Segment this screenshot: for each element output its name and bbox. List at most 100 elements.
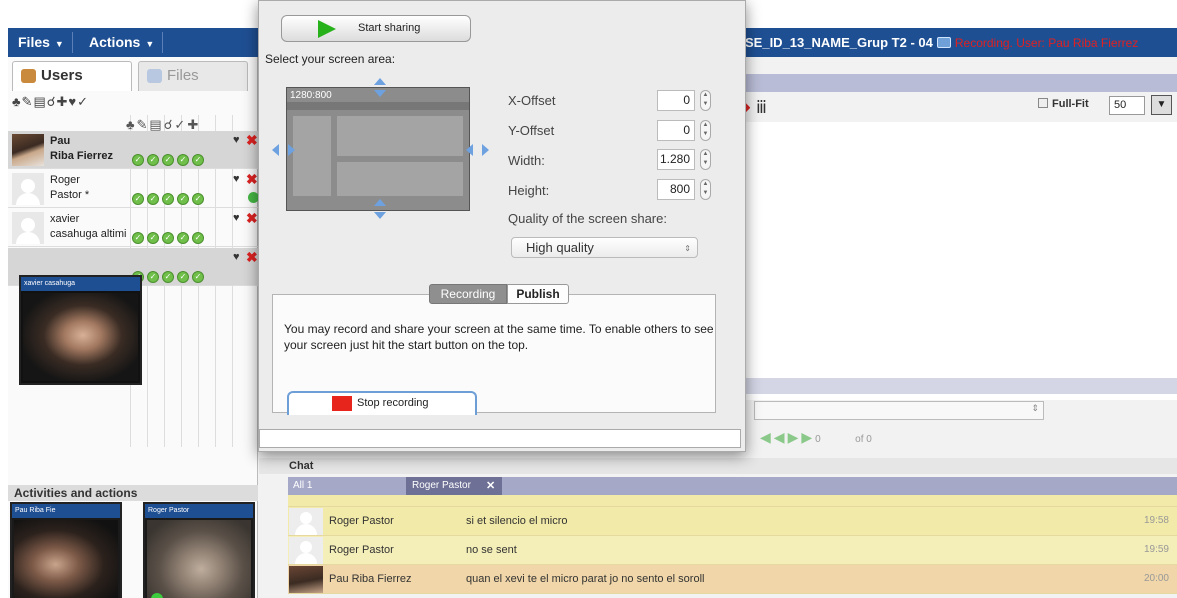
webcam-xavier[interactable]: xavier casahuga: [19, 275, 142, 385]
webcam-video: [147, 520, 251, 598]
users-toolbar: ♣✎▤☌✚♥✓: [12, 94, 89, 112]
page-total: of 0: [855, 434, 872, 445]
screen-share-icon[interactable]: ▤: [33, 94, 46, 109]
mic-icon[interactable]: ♥: [233, 251, 240, 263]
check-icon[interactable]: ✓: [132, 193, 144, 205]
moderator-icon[interactable]: ♣: [12, 94, 22, 109]
arrow-down-icon[interactable]: [374, 212, 386, 219]
start-sharing-button[interactable]: Start sharing: [281, 15, 471, 42]
width-label: Width:: [508, 153, 545, 168]
x-offset-label: X-Offset: [508, 93, 556, 108]
full-fit-label: Full-Fit: [1052, 98, 1089, 110]
user-name: Roger Pastor *: [50, 173, 89, 203]
arrow-down-icon[interactable]: [374, 90, 386, 97]
tab-files-label: Files: [167, 67, 199, 84]
kick-user-icon[interactable]: ✖: [246, 171, 258, 188]
check-icon[interactable]: ✓: [192, 271, 204, 283]
arrow-left-icon[interactable]: [272, 144, 279, 156]
add-audio-icon[interactable]: ✚: [56, 94, 68, 109]
check-icon[interactable]: ✓: [132, 154, 144, 166]
mute-icon[interactable]: ✓: [77, 94, 89, 109]
close-icon[interactable]: ✕: [486, 477, 495, 495]
check-icon[interactable]: ✓: [147, 271, 159, 283]
arrow-up-icon[interactable]: [374, 199, 386, 206]
full-fit-toggle[interactable]: Full-Fit: [1038, 98, 1089, 110]
quality-select[interactable]: High quality ⇕: [511, 237, 698, 258]
check-icon[interactable]: ✓: [192, 193, 204, 205]
tab-publish[interactable]: Publish: [507, 284, 569, 304]
actions-menu[interactable]: Actions ▼: [81, 32, 164, 53]
webcam-roger[interactable]: Roger Pastor: [143, 502, 255, 598]
next-page-icon[interactable]: ▶: [788, 429, 802, 445]
check-icon[interactable]: ✓: [162, 232, 174, 244]
arrow-right-icon[interactable]: [482, 144, 489, 156]
width-input[interactable]: 1.280: [657, 149, 695, 170]
check-icon[interactable]: ✓: [162, 271, 174, 283]
mic-icon[interactable]: ♥: [233, 134, 240, 146]
whiteboard-rights-icon[interactable]: ✎: [22, 94, 34, 109]
user-row-roger[interactable]: Roger Pastor * ✓ ✓ ✓ ✓ ✓ ♥ ✖: [8, 170, 259, 208]
tab-files[interactable]: Files: [138, 61, 248, 91]
kick-user-icon[interactable]: ✖: [246, 132, 258, 149]
height-input[interactable]: 800: [657, 179, 695, 200]
first-page-icon[interactable]: ◀: [760, 429, 774, 445]
room-name: SE_ID_13_NAME_Grup T2 - 04: [745, 35, 933, 50]
chat-user: Pau Riba Fierrez: [329, 573, 412, 585]
zoom-input[interactable]: 50: [1109, 96, 1145, 115]
check-icon[interactable]: ✓: [132, 232, 144, 244]
chevron-updown-icon: ⇕: [684, 244, 691, 253]
width-stepper[interactable]: ▲ ▼: [700, 149, 711, 170]
kick-user-icon[interactable]: ✖: [246, 210, 258, 227]
x-offset-stepper[interactable]: ▲ ▼: [700, 90, 711, 111]
check-icon[interactable]: ✓: [162, 193, 174, 205]
check-icon[interactable]: ✓: [177, 154, 189, 166]
quality-value: High quality: [526, 240, 594, 255]
user-last-name: casahuga altimi: [50, 228, 127, 240]
user-row-pau[interactable]: Pau Riba Fierrez ✓ ✓ ✓ ✓ ✓ ♥ ✖: [8, 131, 258, 169]
checkbox[interactable]: [1038, 98, 1048, 108]
chat-tab-all[interactable]: All 1: [293, 480, 312, 491]
last-page-icon[interactable]: ▶: [801, 429, 815, 445]
webcam-pau[interactable]: Pau Riba Fie: [10, 502, 122, 598]
y-offset-input[interactable]: 0: [657, 120, 695, 141]
height-stepper[interactable]: ▲ ▼: [700, 179, 711, 200]
user-row-xavier[interactable]: xavier casahuga altimi ✓ ✓ ✓ ✓ ✓ ♥ ✖: [8, 209, 258, 247]
check-icon[interactable]: ✓: [177, 232, 189, 244]
check-icon[interactable]: ✓: [177, 271, 189, 283]
zoom-dropdown-button[interactable]: ▼: [1151, 95, 1172, 115]
check-icon[interactable]: ✓: [162, 154, 174, 166]
mic-icon[interactable]: ♥: [233, 173, 240, 185]
check-icon[interactable]: ✓: [147, 232, 159, 244]
chat-tabs: All 1 Roger Pastor ✕: [288, 477, 1177, 495]
user-last-name: Riba Fierrez: [50, 150, 113, 162]
chat-message: Roger Pastor si et silencio el micro 19:…: [288, 507, 1177, 536]
preview-resolution: 1280:800: [290, 90, 332, 101]
mic-icon[interactable]: ♥: [233, 212, 240, 224]
user-list-icon[interactable]: ⅲ: [756, 98, 767, 117]
kick-user-icon[interactable]: ✖: [246, 249, 258, 266]
arrow-right-icon[interactable]: [288, 144, 295, 156]
check-icon[interactable]: ✓: [192, 154, 204, 166]
document-select[interactable]: ⇕: [754, 401, 1044, 420]
arrow-left-icon[interactable]: [466, 144, 473, 156]
check-icon[interactable]: ✓: [177, 193, 189, 205]
arrow-up-icon[interactable]: [374, 78, 386, 85]
x-offset-input[interactable]: 0: [657, 90, 695, 111]
remote-control-icon[interactable]: ☌: [47, 94, 57, 109]
recording-info-text: You may record and share your screen at …: [284, 322, 714, 352]
check-icon[interactable]: ✓: [147, 154, 159, 166]
screen-area-preview[interactable]: 1280:800: [286, 87, 470, 211]
chat-header[interactable]: Chat: [259, 458, 1177, 474]
chat-text: no se sent: [466, 544, 517, 556]
files-menu[interactable]: Files ▼: [10, 32, 73, 53]
check-icon[interactable]: ✓: [147, 193, 159, 205]
check-icon[interactable]: ✓: [192, 232, 204, 244]
webcam-title: xavier casahuga: [21, 277, 140, 291]
tab-recording[interactable]: Recording: [429, 284, 507, 304]
y-offset-stepper[interactable]: ▲ ▼: [700, 120, 711, 141]
prev-page-icon[interactable]: ◀: [774, 429, 788, 445]
mic-icon[interactable]: ♥: [68, 94, 77, 109]
files-menu-label: Files: [18, 34, 50, 50]
tab-users[interactable]: Users: [12, 61, 132, 91]
stop-recording-button[interactable]: Stop recording: [287, 391, 477, 415]
